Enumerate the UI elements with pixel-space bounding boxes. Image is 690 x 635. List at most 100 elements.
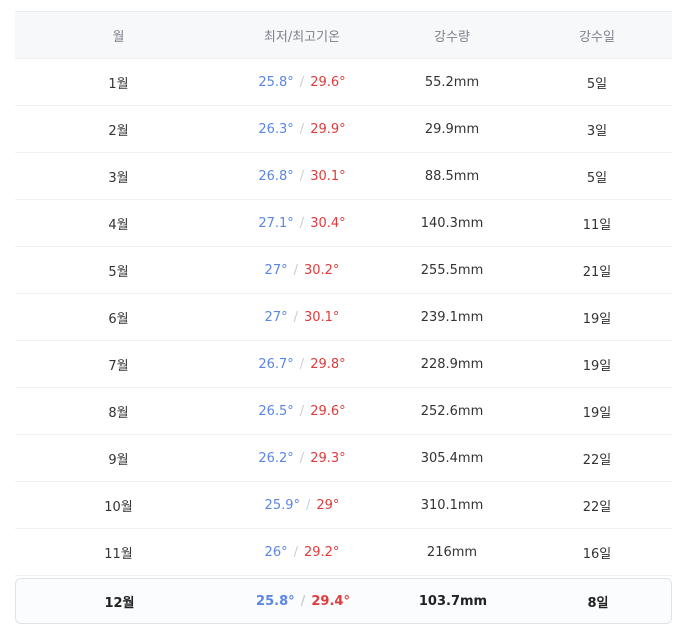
temp-separator: /	[293, 544, 298, 560]
cell-precipitation: 216mm	[426, 544, 478, 560]
cell-rain-days: 19일	[582, 405, 612, 421]
cell-month: 10월	[104, 499, 133, 515]
temp-separator: /	[306, 497, 311, 513]
min-temp: 26.2°	[258, 450, 294, 466]
temp-separator: /	[299, 74, 305, 90]
cell-temperature: 25.9° / 29°	[222, 498, 382, 513]
cell-rain-days: 21일	[582, 264, 612, 280]
cell-month: 6월	[108, 311, 129, 327]
cell-month: 11월	[104, 546, 133, 562]
cell-precipitation: 55.2mm	[424, 74, 480, 90]
cell-precipitation: 239.1mm	[420, 309, 484, 325]
min-temp: 27.1°	[258, 215, 294, 231]
max-temp: 29.2°	[303, 544, 340, 560]
table-row: 5월 27° / 30.2° 255.5mm 21일	[15, 247, 672, 294]
cell-rain-days: 11일	[582, 217, 612, 233]
cell-precipitation: 140.3mm	[420, 215, 484, 231]
cell-precipitation: 103.7mm	[418, 593, 488, 609]
cell-rain-days: 5일	[586, 76, 608, 92]
temp-separator: /	[293, 309, 298, 325]
max-temp: 29.3°	[310, 450, 346, 466]
cell-precipitation: 255.5mm	[420, 262, 484, 278]
cell-precipitation: 29.9mm	[424, 121, 480, 137]
min-temp: 26°	[264, 544, 288, 560]
cell-temperature: 26.7° / 29.8°	[222, 357, 382, 372]
cell-temperature: 26.2° / 29.3°	[222, 451, 382, 466]
cell-rain-days: 3일	[586, 123, 608, 139]
header-precipitation: 강수량	[434, 29, 470, 45]
cell-month: 1월	[108, 76, 129, 92]
cell-month: 7월	[108, 358, 129, 374]
cell-rain-days: 22일	[582, 452, 612, 468]
min-temp: 26.3°	[258, 121, 294, 137]
table-row: 9월 26.2° / 29.3° 305.4mm 22일	[15, 435, 672, 482]
temp-separator: /	[299, 215, 305, 231]
cell-temperature: 26.3° / 29.9°	[222, 122, 382, 137]
table-row: 4월 27.1° / 30.4° 140.3mm 11일	[15, 200, 672, 247]
max-temp: 29.8°	[310, 356, 346, 372]
cell-temperature: 25.8° / 29.4°	[223, 594, 383, 609]
temp-separator: /	[300, 593, 306, 609]
min-temp: 27°	[264, 262, 288, 278]
table-row: 11월 26° / 29.2° 216mm 16일	[15, 529, 672, 576]
table-row: 8월 26.5° / 29.6° 252.6mm 19일	[15, 388, 672, 435]
max-temp: 29.6°	[310, 74, 346, 90]
min-temp: 25.8°	[256, 593, 295, 609]
table-row: 10월 25.9° / 29° 310.1mm 22일	[15, 482, 672, 529]
temp-separator: /	[299, 356, 305, 372]
temp-separator: /	[293, 262, 298, 278]
table-row: 2월 26.3° / 29.9° 29.9mm 3일	[15, 106, 672, 153]
cell-month: 5월	[108, 264, 129, 280]
temp-separator: /	[299, 403, 305, 419]
max-temp: 29.4°	[311, 593, 350, 609]
table-row: 6월 27° / 30.1° 239.1mm 19일	[15, 294, 672, 341]
cell-temperature: 27° / 30.2°	[222, 263, 382, 278]
min-temp: 25.8°	[258, 74, 294, 90]
temp-separator: /	[299, 121, 305, 137]
table-row: 7월 26.7° / 29.8° 228.9mm 19일	[15, 341, 672, 388]
cell-precipitation: 252.6mm	[420, 403, 484, 419]
cell-rain-days: 22일	[582, 499, 612, 515]
min-temp: 26.7°	[258, 356, 294, 372]
cell-precipitation: 310.1mm	[420, 497, 484, 513]
max-temp: 29.9°	[310, 121, 346, 137]
temp-separator: /	[299, 450, 305, 466]
max-temp: 29°	[316, 497, 340, 513]
max-temp: 29.6°	[310, 403, 346, 419]
header-month: 월	[112, 29, 125, 45]
max-temp: 30.1°	[303, 309, 340, 325]
cell-month: 4월	[108, 217, 129, 233]
cell-temperature: 25.8° / 29.6°	[222, 75, 382, 90]
cell-precipitation: 228.9mm	[420, 356, 484, 372]
cell-month: 12월	[104, 595, 135, 611]
header-temperature: 최저/최고기온	[263, 29, 341, 45]
cell-rain-days: 5일	[586, 170, 608, 186]
cell-precipitation: 305.4mm	[420, 450, 484, 466]
cell-month: 2월	[108, 123, 129, 139]
max-temp: 30.2°	[303, 262, 340, 278]
cell-rain-days: 19일	[582, 311, 612, 327]
cell-rain-days: 8일	[587, 595, 609, 611]
cell-month: 9월	[108, 452, 129, 468]
min-temp: 26.8°	[258, 168, 294, 184]
cell-rain-days: 16일	[582, 546, 612, 562]
climate-table: 월 최저/최고기온 강수량 강수일 1월 25.8° / 29.6° 55.2mm …	[15, 11, 672, 624]
cell-temperature: 27.1° / 30.4°	[222, 216, 382, 231]
cell-temperature: 26.5° / 29.6°	[222, 404, 382, 419]
table-header: 월 최저/최고기온 강수량 강수일	[15, 11, 672, 59]
cell-month: 8월	[108, 405, 129, 421]
min-temp: 27°	[264, 309, 288, 325]
cell-temperature: 26° / 29.2°	[222, 545, 382, 560]
cell-temperature: 27° / 30.1°	[222, 310, 382, 325]
min-temp: 26.5°	[258, 403, 294, 419]
min-temp: 25.9°	[264, 497, 300, 513]
cell-precipitation: 88.5mm	[424, 168, 480, 184]
temp-separator: /	[299, 168, 305, 184]
table-row: 3월 26.8° / 30.1° 88.5mm 5일	[15, 153, 672, 200]
table-row: 1월 25.8° / 29.6° 55.2mm 5일	[15, 59, 672, 106]
table-row-current-month: 12월 25.8° / 29.4° 103.7mm 8일	[15, 578, 672, 624]
cell-temperature: 26.8° / 30.1°	[222, 169, 382, 184]
cell-month: 3월	[108, 170, 129, 186]
header-rain-days: 강수일	[579, 29, 615, 45]
max-temp: 30.4°	[310, 215, 346, 231]
